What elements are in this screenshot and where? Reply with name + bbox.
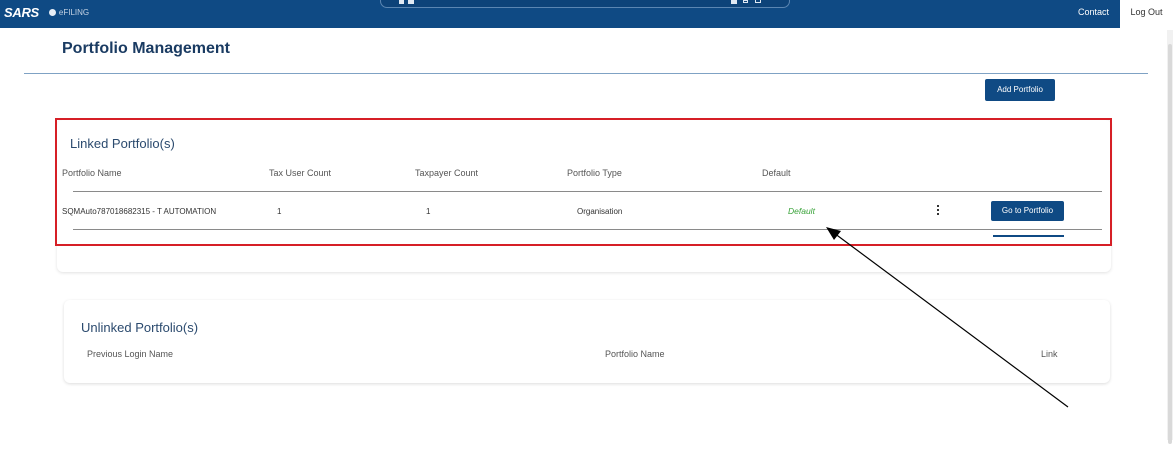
efiling-logo: eFILING: [48, 8, 90, 17]
sars-logo-text: SARS: [4, 5, 39, 20]
page-scrollbar-thumb[interactable]: [1168, 44, 1172, 444]
page-title: Portfolio Management: [62, 40, 231, 57]
page-icon: [399, 0, 404, 4]
add-portfolio-button[interactable]: Add Portfolio: [985, 79, 1055, 101]
top-navigation-bar: SARS eFILING Contact Log Out: [0, 0, 1173, 28]
column-header-previous-login-name: Previous Login Name: [87, 349, 174, 359]
sars-logo[interactable]: SARS eFILING: [4, 5, 89, 20]
efiling-logo-text: eFILING: [58, 8, 90, 17]
pin-icon: [731, 0, 737, 4]
unlinked-portfolios-title: Unlinked Portfolio(s): [81, 320, 199, 335]
column-header-unlinked-portfolio-name: Portfolio Name: [605, 349, 665, 359]
efiling-logo-icon: [48, 9, 56, 16]
contact-link[interactable]: Contact: [1078, 7, 1109, 17]
tab-icon: [408, 0, 414, 4]
minimize-icon: [743, 0, 748, 3]
linked-portfolios-highlight-box: [55, 118, 1112, 246]
title-divider: [24, 73, 1148, 74]
restore-icon: [755, 0, 761, 3]
column-header-link: Link: [1041, 349, 1058, 359]
unlinked-portfolios-card: [64, 300, 1110, 383]
browser-address-bar: [380, 0, 790, 8]
logout-button[interactable]: Log Out: [1120, 0, 1173, 28]
